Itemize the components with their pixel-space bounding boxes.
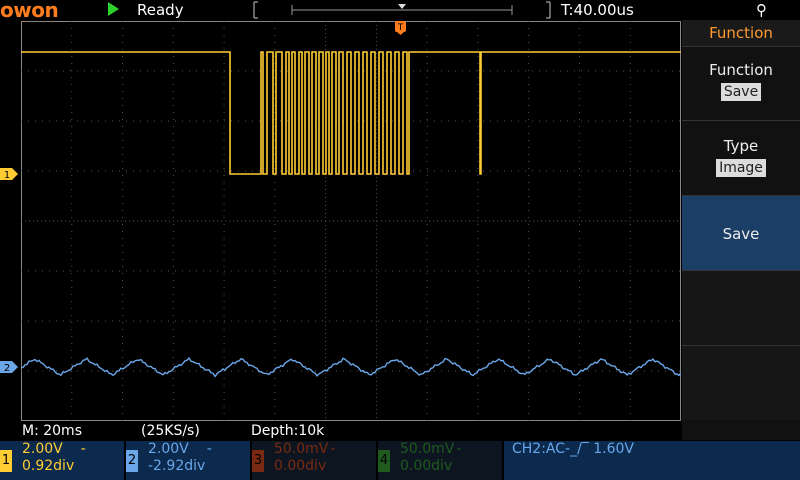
ch3-settings[interactable]: 3 50.0mV - 0.00div xyxy=(252,441,376,480)
menu-item-label: Save xyxy=(722,225,760,243)
ch2-volts: 2.00V xyxy=(148,441,189,457)
menu-item-value: Image xyxy=(716,159,766,177)
run-state-icon[interactable] xyxy=(108,2,119,16)
usb-icon: ⚲ xyxy=(756,1,767,19)
menu-title: Function xyxy=(682,20,800,46)
timebase-readout: M: 20ms xyxy=(22,423,82,439)
ch4-number: 4 xyxy=(378,450,390,472)
ch3-volts: 50.0mV xyxy=(274,441,329,457)
ch3-coupling: - xyxy=(330,441,336,457)
menu-item-empty-4[interactable] xyxy=(682,270,800,345)
menu-item-empty-5[interactable] xyxy=(682,345,800,420)
ch2-offset: -2.92div xyxy=(148,458,206,474)
ch2-coupling: - xyxy=(206,441,212,457)
menu-item-value: Save xyxy=(720,83,762,101)
menu-item-label: Function xyxy=(709,61,773,79)
svg-text:2: 2 xyxy=(4,363,10,374)
ch4-volts: 50.0mV xyxy=(400,441,455,457)
ch4-settings[interactable]: 4 50.0mV - 0.00div xyxy=(378,441,502,480)
sample-rate-readout: (25KS/s) xyxy=(141,423,200,439)
ch2-level-marker[interactable]: 2 xyxy=(0,360,20,374)
trigger-settings[interactable]: CH2:AC-_/‾ 1.60V xyxy=(504,441,800,480)
menu-item-save-button[interactable]: Save xyxy=(682,195,800,270)
ch1-volts: 2.00V xyxy=(22,441,63,457)
ch3-number: 3 xyxy=(252,450,264,472)
ch3-offset: 0.00div xyxy=(274,458,327,474)
acquisition-status: Ready xyxy=(137,1,184,19)
ch1-coupling: - xyxy=(80,441,86,457)
ch4-coupling: - xyxy=(456,441,462,457)
ch1-level-marker[interactable]: 1 xyxy=(0,167,20,181)
menu-item-function[interactable]: Function Save xyxy=(682,46,800,119)
ch1-number: 1 xyxy=(0,450,12,472)
brand-logo: owon xyxy=(0,0,59,22)
ch4-offset: 0.00div xyxy=(400,458,453,474)
trigger-marker-text: T xyxy=(397,23,404,33)
trigger-readout: CH2:AC-_/‾ 1.60V xyxy=(512,441,635,457)
ch1-settings[interactable]: 1 2.00V - 0.92div xyxy=(0,441,124,480)
menu-item-label: Type xyxy=(723,137,759,155)
svg-text:1: 1 xyxy=(4,170,10,181)
ch2-settings[interactable]: 2 2.00V - -2.92div xyxy=(126,441,250,480)
time-readout: T:40.00us xyxy=(561,1,634,19)
memory-depth-readout: Depth:10k xyxy=(251,423,325,439)
ch2-number: 2 xyxy=(126,450,138,472)
waveform-display[interactable] xyxy=(21,21,681,421)
memory-position-bar[interactable] xyxy=(252,0,552,20)
trigger-position-marker[interactable]: T xyxy=(393,20,409,36)
ch1-offset: 0.92div xyxy=(22,458,75,474)
menu-item-type[interactable]: Type Image xyxy=(682,120,800,195)
